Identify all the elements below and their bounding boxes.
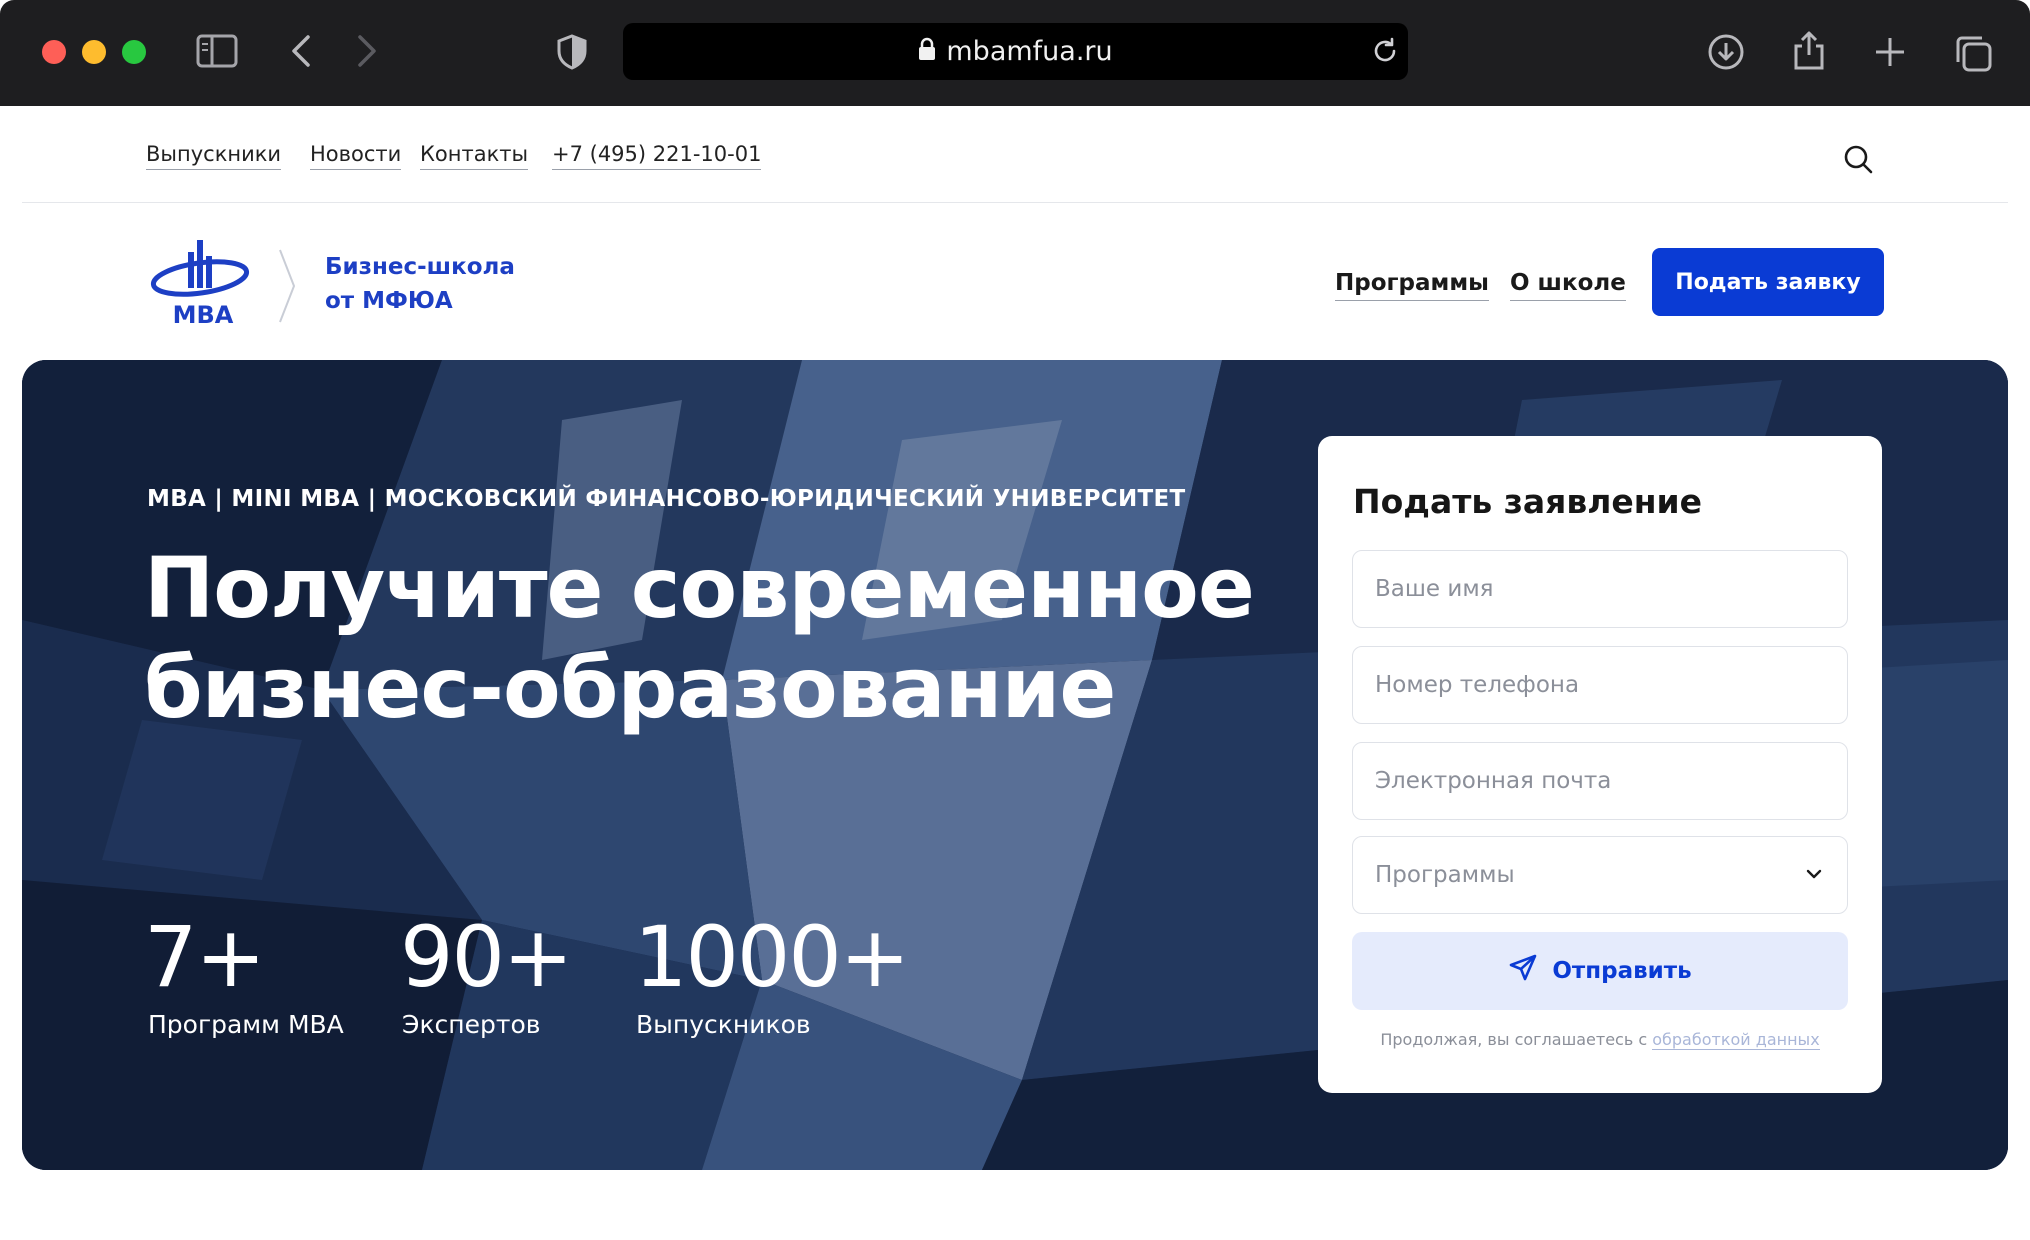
application-form: Подать заявление Программы Отправить Про… [1318,436,1882,1093]
logo-label: MBA [173,301,234,328]
minimize-window-button[interactable] [82,40,106,64]
download-icon[interactable] [1708,34,1744,70]
close-window-button[interactable] [42,40,66,64]
header-divider [22,202,2008,203]
nav-link-news[interactable]: Новости [310,142,402,170]
logo-separator [278,248,298,329]
hero-headline: Получите современное бизнес-образование [144,539,1255,737]
stat-label-programs: Программ MBA [148,1010,344,1039]
submit-button[interactable]: Отправить [1352,932,1848,1010]
name-input[interactable] [1352,550,1848,628]
tab-overview-icon[interactable] [1954,34,1992,72]
email-input[interactable] [1352,742,1848,820]
stat-value-alumni: 1000+ [634,908,910,1006]
share-icon[interactable] [1792,30,1826,70]
send-icon [1508,953,1538,989]
phone-input[interactable] [1352,646,1848,724]
lock-icon [918,24,936,81]
back-icon[interactable] [290,34,312,68]
stat-label-alumni: Выпускников [636,1010,811,1039]
form-title: Подать заявление [1353,482,1703,521]
nav-programs[interactable]: Программы [1335,270,1489,301]
submit-label: Отправить [1552,958,1692,984]
program-select[interactable]: Программы [1352,836,1848,914]
apply-button[interactable]: Подать заявку [1652,248,1884,316]
sidebar-toggle-icon[interactable] [196,34,238,68]
search-icon[interactable] [1843,144,1873,179]
nav-about[interactable]: О школе [1510,270,1626,301]
mba-logo[interactable]: MBA [148,238,258,333]
reload-icon[interactable] [1371,37,1399,65]
phone-link[interactable]: +7 (495) 221-10-01 [552,142,762,170]
browser-toolbar: mbamfua.ru [0,0,2030,106]
data-processing-link[interactable]: обработкой данных [1652,1030,1820,1050]
consent-note: Продолжая, вы соглашаетесь с обработкой … [1380,1030,1820,1050]
url-text: mbamfua.ru [946,36,1113,67]
stat-value-programs: 7+ [144,908,266,1006]
nav-link-contacts[interactable]: Контакты [420,142,529,170]
program-select-value: Программы [1375,862,1515,888]
maximize-window-button[interactable] [122,40,146,64]
school-name: Бизнес-школа от МФЮА [325,254,515,314]
shield-icon[interactable] [556,34,588,70]
address-bar[interactable]: mbamfua.ru [623,23,1408,80]
stat-value-experts: 90+ [400,908,573,1006]
new-tab-icon[interactable] [1874,36,1906,68]
nav-link-alumni[interactable]: Выпускники [146,142,282,170]
stat-label-experts: Экспертов [402,1010,541,1039]
forward-icon[interactable] [356,34,378,68]
hero-eyebrow: MBA | MINI MBA | МОСКОВСКИЙ ФИНАНСОВО-ЮР… [147,486,1186,512]
chevron-down-icon [1805,867,1823,885]
